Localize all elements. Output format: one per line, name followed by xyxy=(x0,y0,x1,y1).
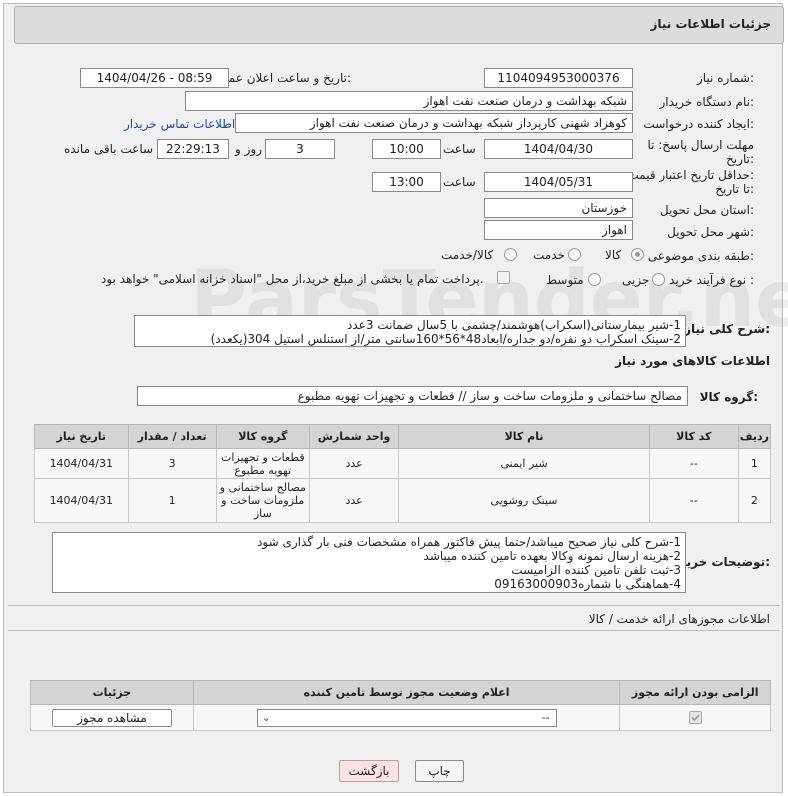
col-row: ردیف xyxy=(737,424,772,449)
buyer-org-field: شبکه بهداشت و درمان صنعت نفت اهواز xyxy=(185,91,633,111)
days-field: 3 xyxy=(265,139,335,159)
cell-qty: 1 xyxy=(127,478,217,523)
remaining-label: ساعت باقی مانده xyxy=(64,142,154,156)
buyer-notes-line-2: 2-هزینه ارسال نمونه وکالا بعهده تامین کن… xyxy=(423,549,681,563)
general-desc-line-2: 2-سینک اسکراب دو نفره/دو جداره/ابعاد48*5… xyxy=(210,332,681,346)
permit-status-value: -- xyxy=(541,710,550,724)
divider xyxy=(8,630,780,631)
cell-idx: 1 xyxy=(737,448,772,479)
need-number-label: شماره نیاز: xyxy=(696,71,754,85)
buyer-notes-textarea[interactable]: 1-شرح کلی نیاز صحیح میباشد/حتما پیش فاکت… xyxy=(52,532,686,593)
col-name: نام کالا xyxy=(398,424,650,449)
province-field: خوزستان xyxy=(484,198,633,218)
remaining-time-field: 22:29:13 xyxy=(157,139,229,159)
category-option-goods-service: کالا/خدمت xyxy=(441,248,494,262)
permit-status-select[interactable]: -- ⌄ xyxy=(256,708,557,727)
process-option-minor: جزیی xyxy=(622,273,650,287)
cell-permit-status: -- ⌄ xyxy=(192,704,621,731)
col-qty: تعداد / مقدار xyxy=(127,424,217,449)
deadline-date-field: 1404/04/30 xyxy=(484,139,633,159)
col-group: گروه کالا xyxy=(215,424,310,449)
permit-required-checkbox[interactable] xyxy=(688,711,702,725)
cell-unit: عدد xyxy=(308,448,400,479)
page-header: جزئیات اطلاعات نیاز xyxy=(14,6,784,44)
contact-info-link[interactable]: اطلاعات تماس خریدار xyxy=(124,117,235,131)
back-button[interactable]: بازگشت xyxy=(339,760,399,782)
permits-table-header: جزئیات اعلام وضعیت مجوز توسط تامین کننده… xyxy=(30,680,771,705)
goods-table-header: تاریخ نیاز تعداد / مقدار گروه کالا واحد … xyxy=(34,424,772,449)
treasury-payment-checkbox[interactable] xyxy=(497,271,510,284)
buyer-org-label: نام دستگاه خریدار: xyxy=(659,95,755,109)
days-label: روز و xyxy=(235,142,262,156)
category-option-goods: کالا xyxy=(605,248,622,262)
creator-label: ایجاد کننده درخواست: xyxy=(643,117,754,131)
goods-group-field: مصالح ساختمانی و ملزومات ساخت و ساز // ق… xyxy=(137,386,688,406)
validity-time-label: ساعت xyxy=(443,175,476,189)
category-radio-service[interactable] xyxy=(568,248,581,261)
creator-field: کوهزاد شهنی کارپرداز شبکه بهداشت و درمان… xyxy=(235,113,633,133)
cell-date: 1404/04/31 xyxy=(34,448,129,479)
process-radio-minor[interactable] xyxy=(652,273,665,286)
need-number-field: 1104094953000376 xyxy=(484,68,633,88)
category-option-service: خدمت xyxy=(533,248,565,262)
category-radio-goods-service[interactable] xyxy=(504,248,517,261)
cell-name: شیر ایمنی xyxy=(398,448,650,479)
cell-details: مشاهده مجوز xyxy=(30,704,194,731)
announce-field: 1404/04/26 - 08:59 xyxy=(80,68,229,88)
process-option-medium: متوسط xyxy=(546,273,584,287)
page-title: جزئیات اطلاعات نیاز xyxy=(650,17,771,31)
city-field: اهواز xyxy=(484,220,633,240)
cell-date: 1404/04/31 xyxy=(34,478,129,523)
cell-code: -- xyxy=(648,448,739,479)
deadline-label-2: تاریخ: xyxy=(726,152,754,166)
col-need-date: تاریخ نیاز xyxy=(34,424,129,449)
city-label: شهر محل تحویل: xyxy=(667,225,754,239)
permits-table: جزئیات اعلام وضعیت مجوز توسط تامین کننده… xyxy=(30,680,771,731)
validity-time-field: 13:00 xyxy=(372,172,441,192)
process-radio-medium[interactable] xyxy=(588,273,601,286)
cell-code: -- xyxy=(648,478,739,523)
province-label: استان محل تحویل: xyxy=(659,203,754,217)
goods-group-label: گروه کالا: xyxy=(699,390,758,404)
cell-qty: 3 xyxy=(127,448,217,479)
table-row: 1404/04/31 1 مصالح ساختمانی و ملزومات سا… xyxy=(34,478,772,523)
cell-group: قطعات و تجهیزات تهویه مطبوع xyxy=(215,448,310,479)
chevron-down-icon: ⌄ xyxy=(261,710,271,724)
buyer-notes-line-1: 1-شرح کلی نیاز صحیح میباشد/حتما پیش فاکت… xyxy=(257,535,681,549)
cell-permit-required xyxy=(619,704,771,731)
permits-section-title: اطلاعات مجوزهای ارائه خدمت / کالا xyxy=(588,612,770,626)
col-permit-required: الزامی بودن ارائه مجوز xyxy=(619,680,771,705)
buyer-notes-line-3: 3-ثبت تلفن تامین کننده الزامیست xyxy=(511,563,681,577)
print-button[interactable]: چاپ xyxy=(415,760,464,782)
deadline-time-field: 10:00 xyxy=(372,139,441,159)
cell-unit: عدد xyxy=(308,478,400,523)
cell-idx: 2 xyxy=(737,478,772,523)
validity-label: حداقل تاریخ اعتبار قیمت: xyxy=(627,168,754,182)
category-radio-goods[interactable] xyxy=(631,248,644,261)
check-icon xyxy=(691,714,700,722)
col-details: جزئیات xyxy=(30,680,194,705)
col-code: کد کالا xyxy=(648,424,739,449)
goods-table: تاریخ نیاز تعداد / مقدار گروه کالا واحد … xyxy=(34,424,772,523)
general-desc-textarea[interactable]: 1-شیر بیمارستانی(اسکراب)هوشمند/چشمی با 5… xyxy=(134,315,686,347)
goods-section-title: اطلاعات کالاهای مورد نیاز xyxy=(615,354,770,368)
general-desc-label: شرح کلی نیاز: xyxy=(684,322,770,336)
table-row: مشاهده مجوز -- ⌄ xyxy=(30,704,771,731)
validity-label-2: تا تاریخ: xyxy=(715,182,754,196)
validity-date-field: 1404/05/31 xyxy=(484,172,633,192)
general-desc-line-1: 1-شیر بیمارستانی(اسکراب)هوشمند/چشمی با 5… xyxy=(347,318,681,332)
deadline-time-label: ساعت xyxy=(443,142,476,156)
category-label: طبقه بندی موضوعی: xyxy=(647,249,754,263)
deadline-label: مهلت ارسال پاسخ: تا xyxy=(647,138,754,152)
process-label: نوع فرآیند خرید : xyxy=(669,273,754,287)
buyer-notes-line-4: 4-هماهنگی با شماره09163000903 xyxy=(494,577,681,591)
table-row: 1404/04/31 3 قطعات و تجهیزات تهویه مطبوع… xyxy=(34,448,772,479)
cell-group: مصالح ساختمانی و ملزومات ساخت و ساز xyxy=(215,478,310,523)
treasury-payment-note: پرداخت تمام یا بخشی از مبلغ خرید،از محل … xyxy=(101,272,484,286)
col-unit: واحد شمارش xyxy=(308,424,400,449)
view-permit-button[interactable]: مشاهده مجوز xyxy=(51,708,172,727)
col-permit-status: اعلام وضعیت مجوز توسط تامین کننده xyxy=(192,680,621,705)
divider xyxy=(8,605,780,606)
cell-name: سینک روشویی xyxy=(398,478,650,523)
